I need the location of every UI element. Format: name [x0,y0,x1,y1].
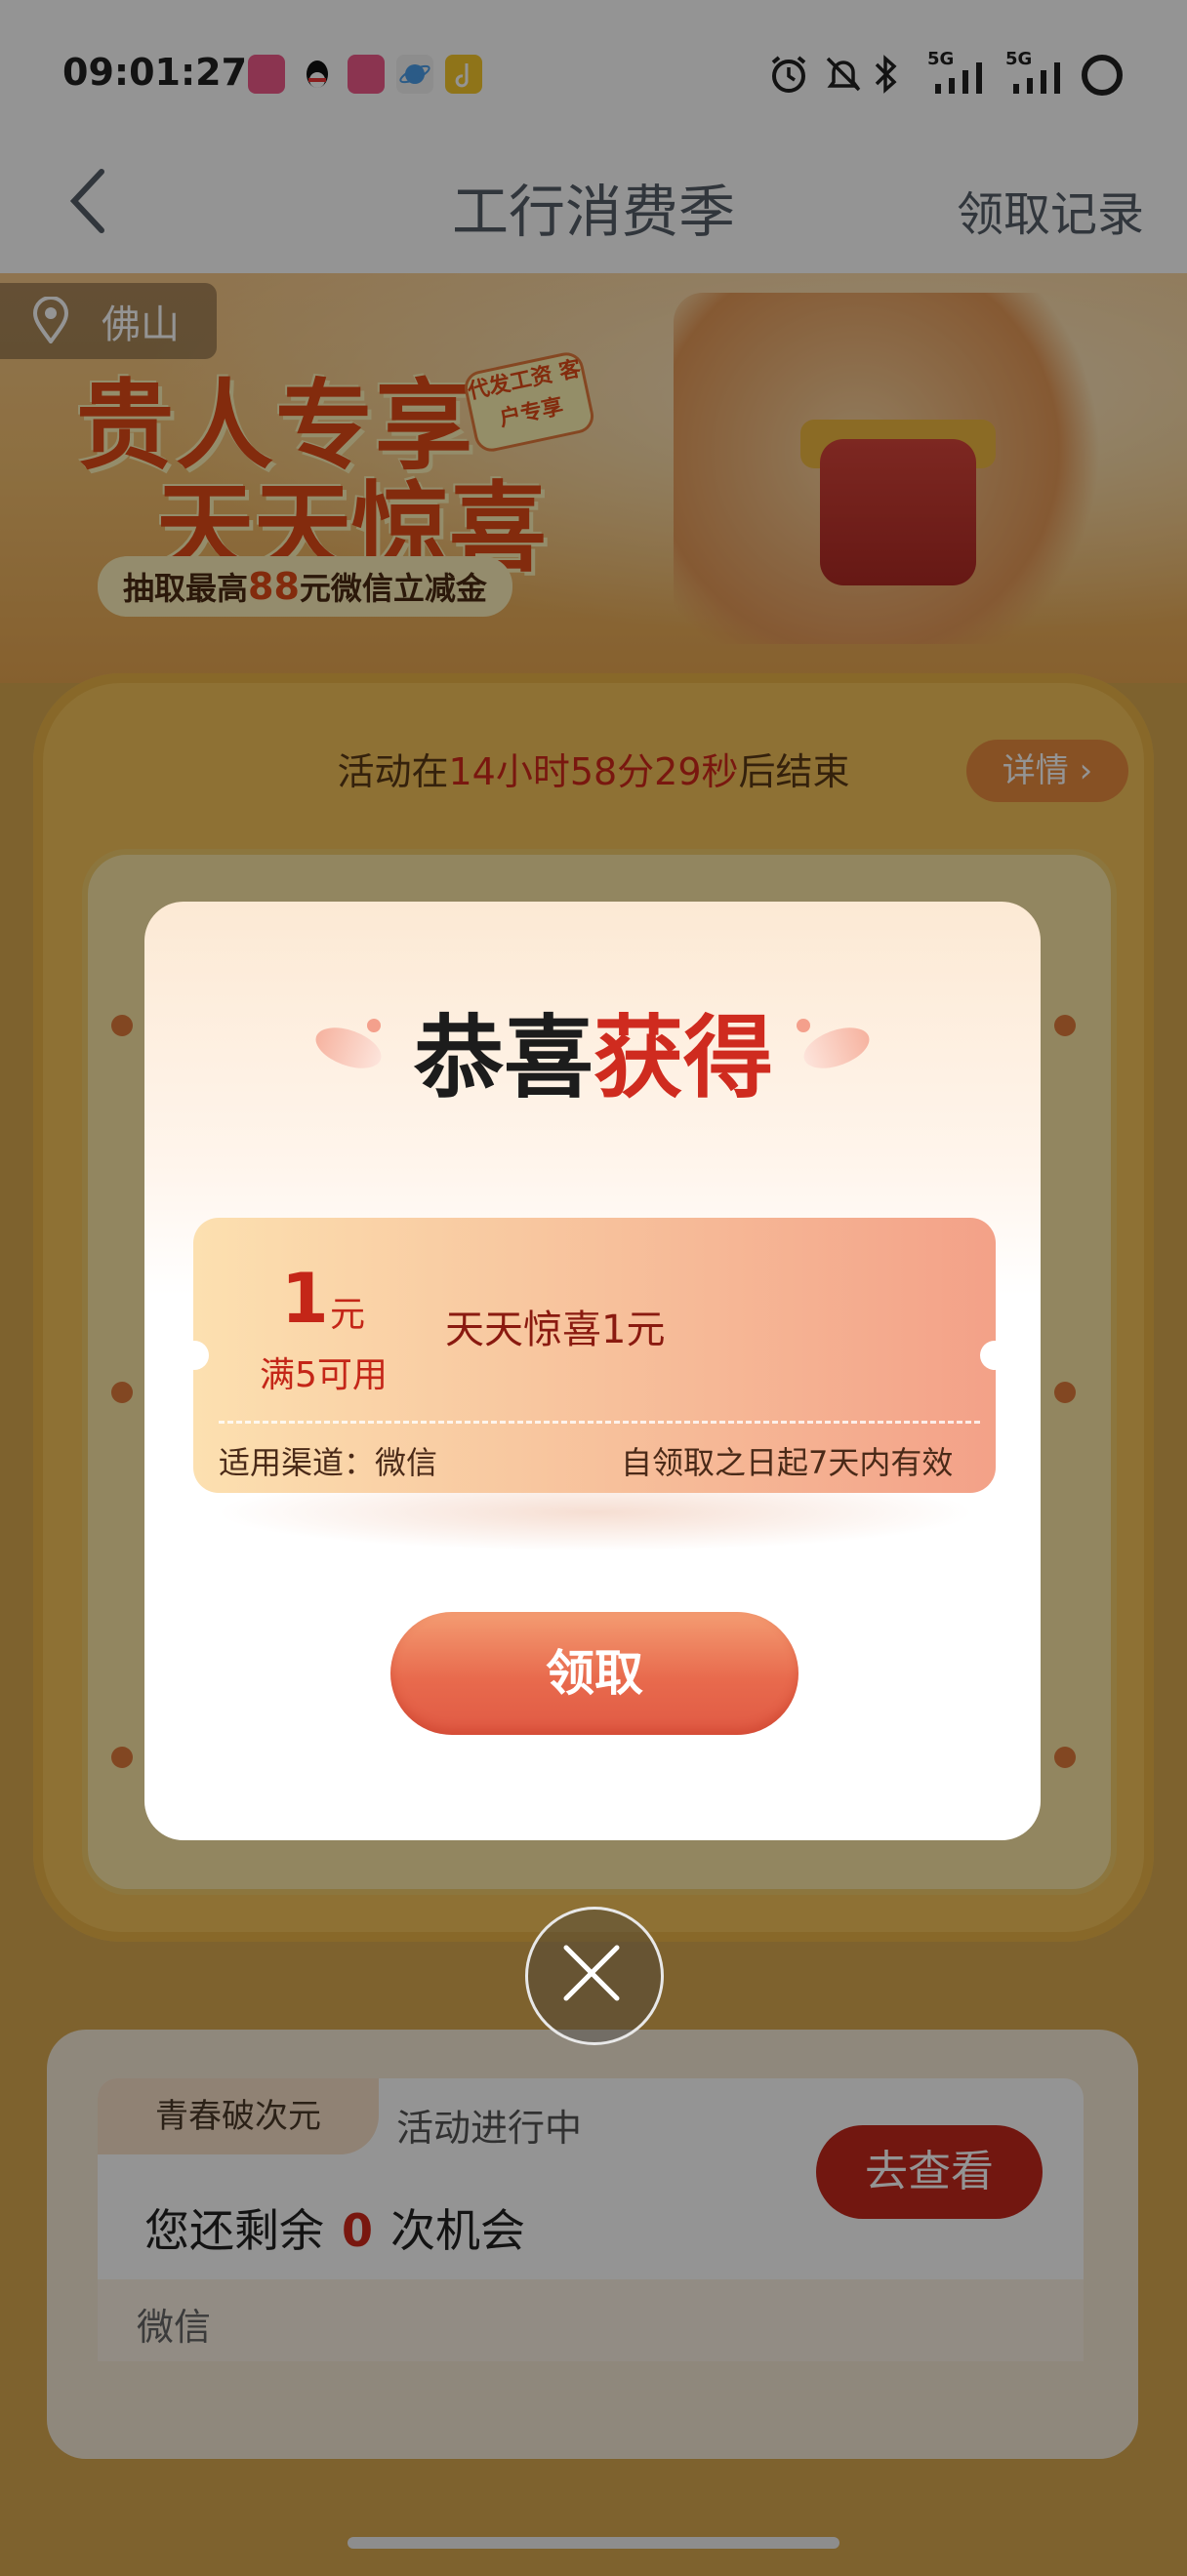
coupon-divider [219,1421,980,1424]
claim-button[interactable]: 领取 [390,1612,798,1735]
coupon-name: 天天惊喜1元 [445,1308,666,1352]
coupon-unit: 元 [330,1295,366,1335]
modal-title: 恭喜获得 [413,1006,774,1110]
close-icon[interactable] [525,1907,664,2045]
coupon-channel: 适用渠道：微信 [219,1444,438,1481]
coupon-condition: 满5可用 [260,1355,388,1395]
coupon-amount: 1 [281,1259,329,1339]
coupon-validity: 自领取之日起7天内有效 [621,1444,954,1481]
home-indicator[interactable] [348,2537,839,2549]
